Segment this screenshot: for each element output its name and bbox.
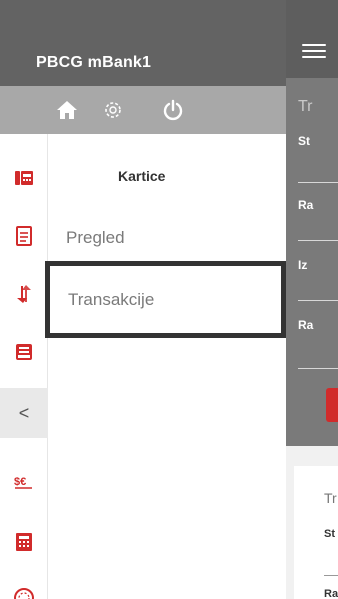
second-card-title: Tr: [324, 490, 337, 506]
exchange-icon[interactable]: $€: [0, 458, 48, 506]
cards-submenu: Kartice Pregled: [49, 134, 286, 599]
account-card-field: Iz: [298, 258, 308, 272]
account-card-field: St: [298, 134, 310, 148]
divider: [298, 240, 338, 241]
app-title: PBCG mBank1: [36, 54, 152, 71]
submenu-item-transakcije[interactable]: Transakcije: [45, 261, 286, 338]
drawer-header: PBCG mBank1: [0, 0, 286, 86]
home-icon[interactable]: [55, 98, 79, 122]
transfer-icon[interactable]: [0, 270, 48, 318]
back-chevron-icon[interactable]: <: [0, 388, 48, 438]
main-menu-rail: < $€: [0, 134, 48, 599]
clock-icon[interactable]: [0, 574, 48, 599]
submenu-item-label: Transakcije: [68, 290, 155, 309]
submenu-item-pregled[interactable]: Pregled: [49, 208, 286, 268]
settings-icon[interactable]: [101, 98, 125, 122]
divider: [324, 575, 338, 576]
document-icon[interactable]: [0, 212, 48, 260]
power-icon[interactable]: [161, 98, 185, 122]
quick-icon-bar: [0, 86, 286, 134]
account-card-title: Tr: [298, 98, 313, 115]
divider: [298, 182, 338, 183]
cards-icon[interactable]: [0, 154, 48, 202]
hamburger-menu-icon[interactable]: [302, 44, 326, 62]
divider: [298, 300, 338, 301]
divider: [298, 368, 338, 369]
second-card-field: St: [324, 528, 335, 540]
submenu-heading: Kartice: [118, 168, 166, 184]
second-card-field: Ra: [324, 588, 338, 599]
calculator-icon[interactable]: [0, 518, 48, 566]
inbox-icon[interactable]: [0, 328, 48, 376]
svg-text:$€: $€: [14, 476, 26, 488]
account-card-field: Ra: [298, 318, 314, 332]
account-action-button[interactable]: [326, 388, 338, 422]
account-card-field: Ra: [298, 198, 314, 212]
